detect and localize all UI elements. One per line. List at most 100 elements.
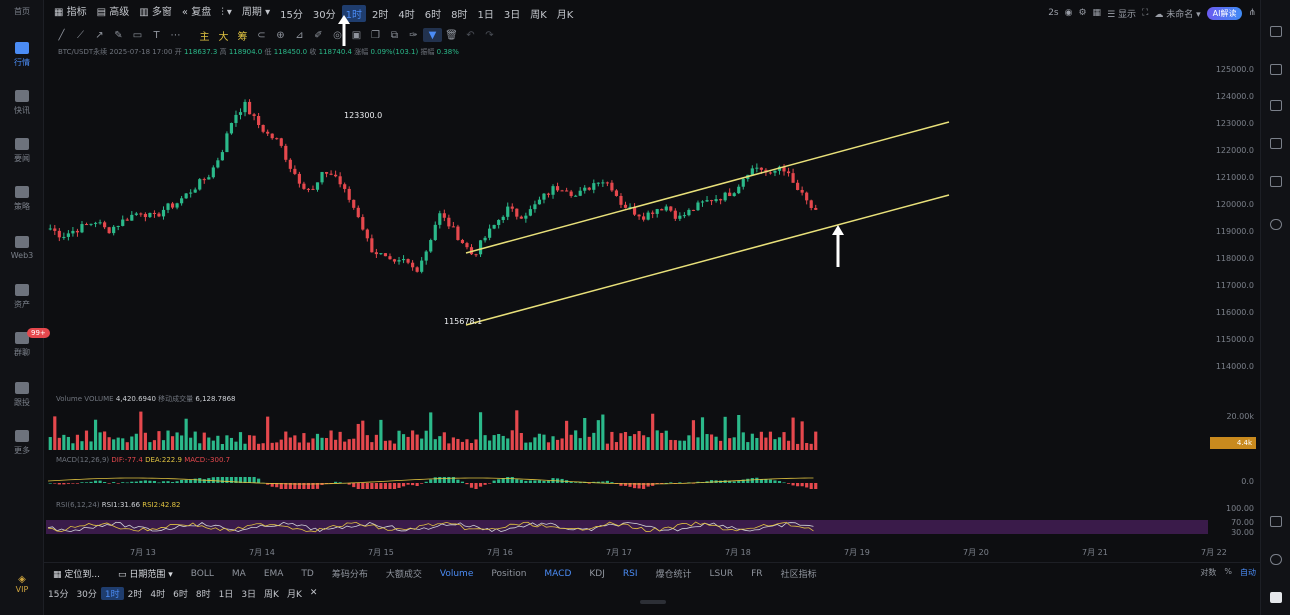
tool-fr[interactable]: FR <box>742 569 771 579</box>
btf-30m[interactable]: 30分 <box>72 587 100 600</box>
log-scale-button[interactable]: 对数 <box>1200 567 1216 578</box>
fullscreen-icon[interactable]: ⛶ <box>1142 8 1148 18</box>
tool-position[interactable]: Position <box>482 569 535 579</box>
interval-label[interactable]: 2s <box>1048 8 1058 18</box>
btf-3d[interactable]: 3日 <box>237 587 260 600</box>
sidebar-item-market[interactable]: 行情 <box>0 42 44 68</box>
multi-chart-button[interactable]: ▥ 多窗 <box>134 0 177 26</box>
close-icon[interactable]: ✕ <box>306 588 322 598</box>
settings-icon[interactable]: ⚙ <box>1078 8 1086 18</box>
tool-chip[interactable]: 筹码分布 <box>323 567 377 580</box>
sidebar-item-flash[interactable]: 快讯 <box>0 90 44 116</box>
undo-icon[interactable]: ↶ <box>461 28 480 42</box>
globe-icon[interactable] <box>1270 219 1282 230</box>
volume-bar <box>84 430 89 450</box>
date-range-button[interactable]: ▭ 日期范围 ▾ <box>109 567 182 580</box>
volume-bar <box>275 442 279 450</box>
tool-ema[interactable]: EMA <box>255 569 293 579</box>
tool-kdj[interactable]: KDJ <box>580 569 614 579</box>
sidebar-item-home[interactable]: 首页 <box>0 6 44 17</box>
tf-15m[interactable]: 15分 <box>276 5 307 22</box>
tool-rsi[interactable]: RSI <box>614 569 647 579</box>
ray-tool-icon[interactable]: ⟋ <box>71 28 90 42</box>
trend-tool-icon[interactable]: ↗ <box>90 28 109 42</box>
big-mark-button[interactable]: 大 <box>214 28 233 43</box>
tool-macd[interactable]: MACD <box>535 569 580 579</box>
btf-1mo[interactable]: 月K <box>283 587 306 600</box>
redo-icon[interactable]: ↷ <box>480 28 499 42</box>
share-icon[interactable]: ⋔ <box>1248 8 1256 18</box>
indicators-button[interactable]: ▦ 指标 <box>44 0 92 26</box>
copy-icon[interactable]: ❐ <box>366 28 385 42</box>
btf-1w[interactable]: 周K <box>260 587 283 600</box>
vip-button[interactable]: ◈ VIP <box>0 574 44 594</box>
document-icon[interactable] <box>1270 26 1282 37</box>
locate-button[interactable]: ▦ 定位到... <box>44 567 109 580</box>
cloud-layout-button[interactable]: ☁ 未命名 ▾ <box>1154 7 1200 20</box>
tf-4h[interactable]: 4时 <box>394 5 418 22</box>
camera-icon[interactable]: ◉ <box>1065 8 1073 18</box>
btf-2h[interactable]: 2时 <box>124 587 147 600</box>
ruler-tool-icon[interactable]: ▭ <box>128 28 147 42</box>
sidebar-item-news[interactable]: 要闻 <box>0 138 44 164</box>
ai-interpret-button[interactable]: AI解读 <box>1206 6 1243 20</box>
btf-6h[interactable]: 6时 <box>169 587 192 600</box>
zoom-icon[interactable]: ⊕ <box>271 28 290 42</box>
tool-volume[interactable]: Volume <box>431 569 482 579</box>
tf-8h[interactable]: 8时 <box>447 5 471 22</box>
btf-15m[interactable]: 15分 <box>44 587 72 600</box>
sidebar-item-assets[interactable]: 资产 <box>0 284 44 310</box>
tool-boll[interactable]: BOLL <box>182 569 223 579</box>
pencil-icon[interactable]: ✐ <box>309 28 328 42</box>
headset-icon[interactable] <box>1270 554 1282 565</box>
tf-1d[interactable]: 1日 <box>473 5 497 22</box>
tool-td[interactable]: TD <box>292 569 322 579</box>
bot-icon[interactable] <box>1270 592 1282 603</box>
tf-6h[interactable]: 6时 <box>421 5 445 22</box>
wallet-icon[interactable] <box>1270 176 1282 187</box>
filter-icon[interactable]: ▼ <box>423 28 442 42</box>
measure-icon[interactable]: ⊿ <box>290 28 309 42</box>
magnet-icon[interactable]: ⊂ <box>252 28 271 42</box>
btf-8h[interactable]: 8时 <box>192 587 215 600</box>
tf-1w[interactable]: 周K <box>526 5 551 22</box>
resize-handle[interactable] <box>640 600 666 604</box>
layout-icon[interactable] <box>1270 516 1282 527</box>
line-tool-icon[interactable]: ╱ <box>52 28 71 42</box>
tool-big-trade[interactable]: 大额成交 <box>377 567 431 580</box>
btf-1h[interactable]: 1时 <box>100 586 124 600</box>
tool-ma[interactable]: MA <box>223 569 255 579</box>
trash-icon[interactable]: 🗑 <box>442 28 461 42</box>
main-mark-button[interactable]: 主 <box>195 28 214 43</box>
auto-scale-button[interactable]: 自动 <box>1240 567 1256 578</box>
btf-4h[interactable]: 4时 <box>146 587 169 600</box>
percent-scale-button[interactable]: % <box>1224 567 1232 578</box>
tf-3d[interactable]: 3日 <box>500 5 524 22</box>
tf-1mo[interactable]: 月K <box>553 5 578 22</box>
sidebar-item-follow[interactable]: 跟投 <box>0 382 44 408</box>
monitor-icon[interactable] <box>1270 138 1282 149</box>
replay-button[interactable]: « 复盘 <box>177 0 216 26</box>
sidebar-item-strategy[interactable]: 策略 <box>0 186 44 212</box>
paint-icon[interactable]: ✑ <box>404 28 423 42</box>
tool-lsur[interactable]: LSUR <box>701 569 743 579</box>
tf-2h[interactable]: 2时 <box>368 5 392 22</box>
brush-tool-icon[interactable]: ✎ <box>109 28 128 42</box>
text-tool-icon[interactable]: T <box>147 28 166 42</box>
btf-1d[interactable]: 1日 <box>215 587 238 600</box>
price-chart[interactable] <box>46 45 1208 545</box>
chart-type-button[interactable]: ⫶ ▾ <box>216 0 237 26</box>
calendar-icon[interactable] <box>1270 64 1282 75</box>
tool-community[interactable]: 社区指标 <box>772 567 826 580</box>
period-button[interactable]: 周期 ▾ <box>237 0 275 26</box>
more-tools-icon[interactable]: ⋯ <box>166 28 185 42</box>
chip-mark-button[interactable]: 筹 <box>233 28 252 43</box>
tool-liquidation[interactable]: 爆仓统计 <box>647 567 701 580</box>
grid-layout-icon[interactable]: ▦ <box>1093 8 1102 18</box>
stats-icon[interactable] <box>1270 100 1282 111</box>
sidebar-item-web3[interactable]: Web3 <box>0 236 44 260</box>
advanced-button[interactable]: ▤ 高级 <box>92 0 135 26</box>
sidebar-item-more[interactable]: 更多 <box>0 430 44 456</box>
stack-icon[interactable]: ⧉ <box>385 28 404 42</box>
display-button[interactable]: ☰ 显示 <box>1107 7 1136 20</box>
